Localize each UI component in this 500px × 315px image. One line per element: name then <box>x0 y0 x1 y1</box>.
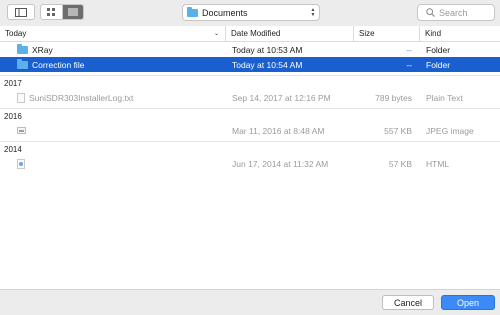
dialog-footer: Cancel Open <box>0 289 500 315</box>
kind-column-header[interactable]: Kind <box>420 26 500 41</box>
html-file-icon <box>17 158 25 169</box>
file-row-html[interactable]: Jun 17, 2014 at 11:32 AM 57 KB HTML <box>0 156 500 171</box>
file-kind: Folder <box>426 59 451 70</box>
size-column-header[interactable]: Size <box>354 26 420 41</box>
file-date: Mar 11, 2016 at 8:48 AM <box>232 125 325 136</box>
folder-icon <box>17 58 28 69</box>
image-file-icon <box>17 127 26 134</box>
file-kind: JPEG image <box>426 125 474 136</box>
search-placeholder: Search <box>439 7 468 18</box>
updown-chevron-icon: ▲ ▼ <box>310 6 316 18</box>
sort-indicator-icon: ⌄ <box>213 31 219 37</box>
sidebar-toggle-icon <box>15 7 27 17</box>
file-date: Today at 10:53 AM <box>232 44 303 55</box>
group-header-2014: 2014 <box>0 141 500 156</box>
file-kind: HTML <box>426 158 450 169</box>
icon-view-icon <box>47 8 56 16</box>
folder-icon <box>187 6 198 17</box>
file-row-installer-log[interactable]: SuniSDR303InstallerLog.txt Sep 14, 2017 … <box>0 90 500 105</box>
file-row-correction-file[interactable]: Correction file Today at 10:54 AM -- Fol… <box>0 57 500 72</box>
file-date: Today at 10:54 AM <box>232 59 303 70</box>
file-name: XRay <box>32 44 53 55</box>
file-size: -- <box>406 59 412 70</box>
list-view-icon <box>67 8 78 16</box>
file-name: Correction file <box>32 59 85 70</box>
search-icon <box>426 8 435 17</box>
group-header-2016: 2016 <box>0 108 500 123</box>
file-size: 789 bytes <box>375 92 412 103</box>
file-date: Sep 14, 2017 at 12:16 PM <box>232 92 331 103</box>
file-size: 557 KB <box>384 125 412 136</box>
file-kind: Folder <box>426 44 451 55</box>
sidebar-toggle-button[interactable] <box>7 4 35 20</box>
group-header-2017: 2017 <box>0 75 500 90</box>
file-size: 57 KB <box>388 158 412 169</box>
file-kind: Plain Text <box>426 92 463 103</box>
search-field[interactable]: Search <box>417 4 495 21</box>
column-header: Today ⌄ Date Modified Size Kind <box>0 26 500 42</box>
file-date: Jun 17, 2014 at 11:32 AM <box>232 158 329 169</box>
icon-view-button[interactable] <box>41 5 63 19</box>
location-label: Documents <box>202 7 248 18</box>
folder-icon <box>17 43 28 54</box>
list-view-button[interactable] <box>62 5 83 19</box>
location-popup[interactable]: Documents ▲ ▼ <box>182 4 320 21</box>
file-name: SuniSDR303InstallerLog.txt <box>29 92 134 103</box>
open-button[interactable]: Open <box>441 295 495 310</box>
file-row-jpeg[interactable]: Mar 11, 2016 at 8:48 AM 557 KB JPEG imag… <box>0 123 500 138</box>
name-column-header[interactable]: Today ⌄ <box>0 26 226 41</box>
file-size: -- <box>406 44 412 55</box>
date-column-header[interactable]: Date Modified <box>226 26 354 41</box>
file-browser: Today ⌄ Date Modified Size Kind XRay Tod… <box>0 26 500 289</box>
file-row-xray[interactable]: XRay Today at 10:53 AM -- Folder <box>0 42 500 57</box>
toolbar: Documents ▲ ▼ Search <box>0 0 500 26</box>
document-icon <box>17 92 25 103</box>
view-mode-segmented-control <box>40 4 84 20</box>
cancel-button[interactable]: Cancel <box>382 295 434 310</box>
